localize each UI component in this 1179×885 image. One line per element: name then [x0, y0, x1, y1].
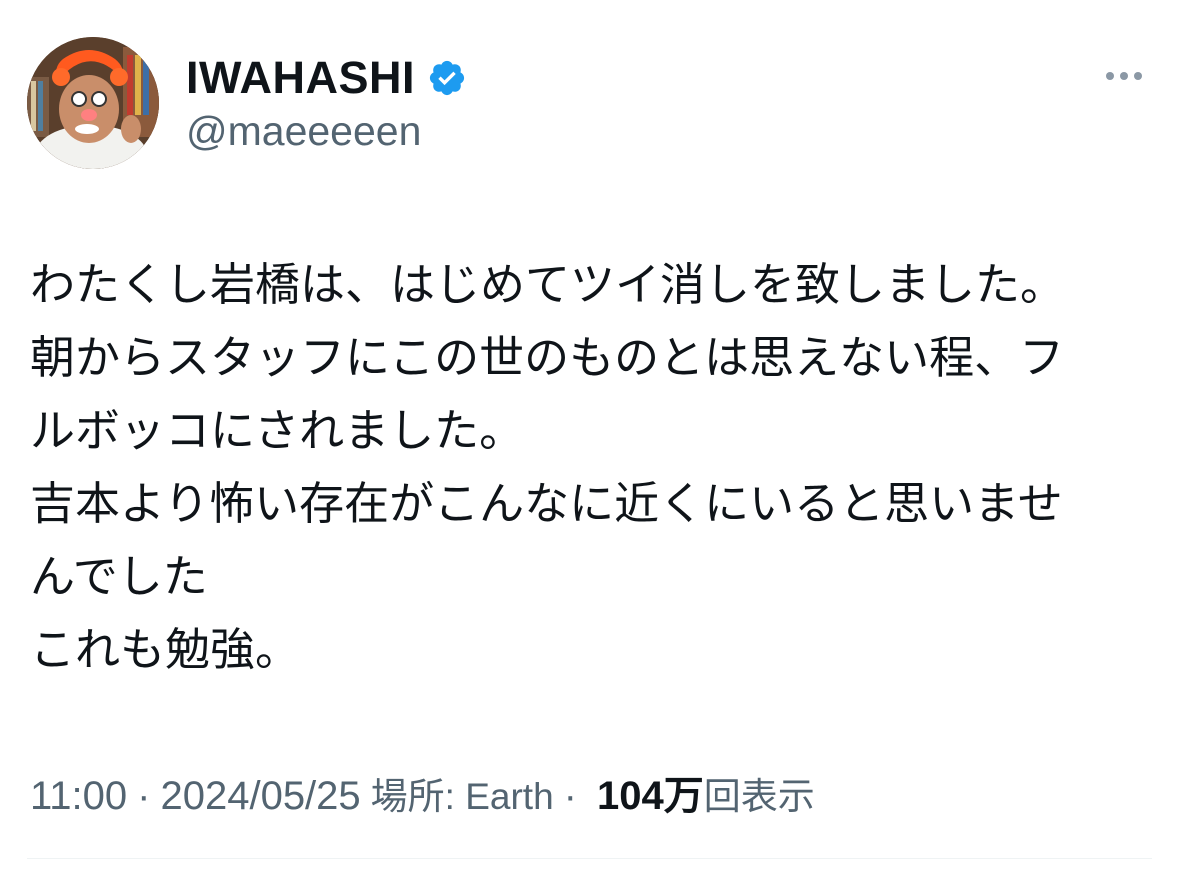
tweet-time-link[interactable]: 11:00 — [30, 768, 127, 824]
tweet-date: 2024/05/25 — [160, 774, 361, 818]
author-display-name: IWAHASHI — [186, 52, 415, 103]
tweet-metadata: 11:00 · 2024/05/25 場所: Earth · 104万回表示 — [30, 768, 815, 825]
views-label: 回表示 — [703, 776, 815, 817]
meta-separator: · — [563, 774, 577, 818]
more-horizontal-icon — [1134, 72, 1142, 80]
tweet-date-link[interactable]: 2024/05/25 — [160, 768, 360, 824]
author-name-row[interactable]: IWAHASHI — [186, 48, 467, 108]
tweet-text-line: んでした — [30, 550, 208, 603]
meta-separator: · — [137, 774, 151, 818]
author-handle[interactable]: @maeeeeen — [186, 103, 421, 159]
tweet-text-line: これも勉強。 — [30, 623, 301, 676]
tweet-time: 11:00 — [30, 774, 128, 818]
tweet-text-line: 朝からスタッフにこの世のものとは思えない程、フ — [30, 331, 1065, 384]
profile-photo — [27, 37, 159, 169]
tweet-location: 場所: Earth — [370, 776, 554, 817]
author-avatar[interactable] — [27, 37, 159, 169]
views-count: 104万 — [597, 774, 704, 818]
tweet-text-line: ルボッコにされました。 — [30, 404, 525, 457]
tweet-text-line: わたくし岩橋は、はじめてツイ消しを致しました。 — [30, 258, 1066, 311]
divider — [27, 858, 1152, 859]
more-horizontal-icon — [1106, 72, 1114, 80]
verified-badge-icon — [427, 58, 467, 98]
tweet-text-line: 吉本より怖い存在がこんなに近くにいると思いませ — [30, 477, 1063, 530]
more-horizontal-icon — [1120, 72, 1128, 80]
more-options-button[interactable] — [1096, 60, 1152, 92]
tweet-text: わたくし岩橋は、はじめてツイ消しを致しました。 朝からスタッフにこの世のものとは… — [30, 248, 1155, 686]
views-link[interactable]: 104万回表示 — [587, 768, 815, 825]
